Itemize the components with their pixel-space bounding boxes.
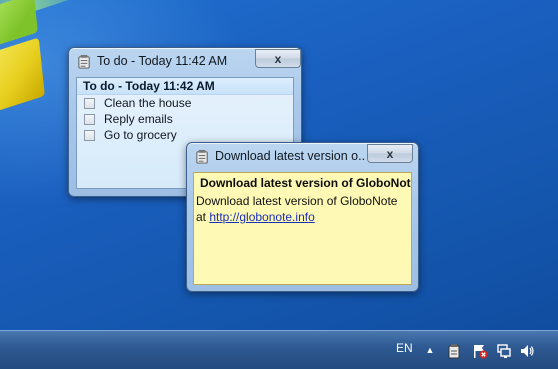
- show-hidden-icons-chevron-icon[interactable]: ▲: [425, 343, 435, 357]
- checkbox[interactable]: [84, 129, 95, 141]
- checkbox[interactable]: [84, 113, 95, 125]
- note-header: Download latest version of GloboNote...: [200, 176, 411, 190]
- note-body-line: Download latest version of GloboNote: [196, 194, 398, 208]
- note-body-link-line: at http://globonote.info: [196, 209, 397, 225]
- download-note-window[interactable]: Download latest version o... x Download …: [186, 142, 419, 292]
- action-center-flag-icon[interactable]: [472, 343, 488, 359]
- close-icon: x: [386, 146, 394, 161]
- globonote-app-icon: [196, 149, 208, 164]
- todo-item-label: Reply emails: [104, 112, 173, 126]
- note-titlebar[interactable]: Download latest version o... x: [187, 143, 418, 169]
- todo-close-button[interactable]: x: [255, 49, 301, 68]
- globonote-link[interactable]: http://globonote.info: [209, 210, 314, 224]
- note-content[interactable]: Download latest version of GloboNote... …: [193, 172, 412, 285]
- note-body[interactable]: Download latest version of GloboNote at …: [196, 193, 397, 225]
- todo-item[interactable]: Reply emails: [84, 111, 173, 127]
- todo-header: To do - Today 11:42 AM: [77, 78, 293, 95]
- globonote-tray-icon[interactable]: [446, 343, 462, 359]
- todo-item[interactable]: Go to grocery: [84, 127, 177, 143]
- note-close-button[interactable]: x: [367, 144, 413, 163]
- todo-window-title: To do - Today 11:42 AM: [97, 54, 228, 68]
- network-icon[interactable]: [496, 343, 512, 359]
- todo-item[interactable]: Clean the house: [84, 95, 191, 111]
- todo-item-label: Go to grocery: [104, 128, 177, 142]
- globonote-app-icon: [78, 54, 90, 69]
- todo-item-label: Clean the house: [104, 96, 192, 110]
- checkbox[interactable]: [84, 97, 95, 109]
- language-indicator[interactable]: EN: [396, 341, 413, 355]
- todo-titlebar[interactable]: To do - Today 11:42 AM x: [69, 48, 301, 74]
- note-window-title: Download latest version o...: [215, 149, 365, 163]
- volume-icon[interactable]: [519, 343, 535, 359]
- close-icon: x: [274, 51, 282, 66]
- note-body-prefix: at: [196, 210, 210, 224]
- taskbar[interactable]: EN ▲: [0, 330, 558, 369]
